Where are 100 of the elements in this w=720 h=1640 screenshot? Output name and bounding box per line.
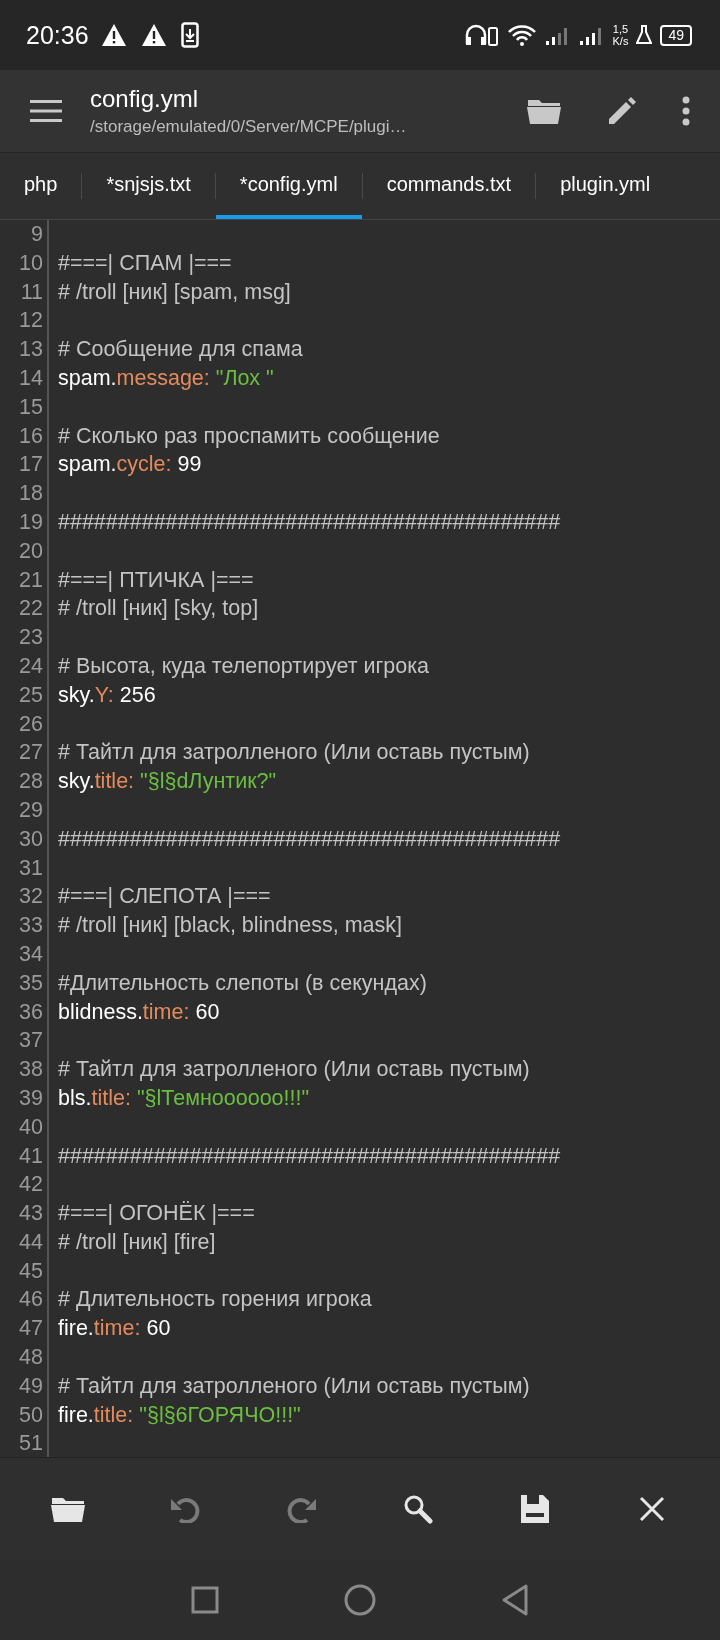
search-icon[interactable] xyxy=(403,1494,434,1524)
line-number: 40 xyxy=(0,1112,49,1142)
line-number: 26 xyxy=(0,709,49,739)
file-tab[interactable]: plugin.yml xyxy=(536,153,675,219)
phone-download-icon xyxy=(180,22,199,48)
menu-icon[interactable] xyxy=(30,99,62,123)
yaml-key: sky. xyxy=(58,680,95,710)
line-number: 31 xyxy=(0,853,49,883)
yaml-string: "§lТемноооооо!!!" xyxy=(136,1084,310,1112)
code-comment: #Длительность слепоты (в секундах) xyxy=(58,969,427,997)
file-tab[interactable]: php xyxy=(0,153,82,219)
line-number: 24 xyxy=(0,651,49,681)
line-number: 14 xyxy=(0,364,49,393)
line-number: 46 xyxy=(0,1285,49,1315)
line-number: 28 xyxy=(0,767,49,796)
code-comment: # Высота, куда телепортирует игрока xyxy=(58,652,430,680)
yaml-field: time: xyxy=(93,1314,141,1344)
line-number: 19 xyxy=(0,507,49,537)
save-icon[interactable] xyxy=(519,1494,550,1524)
yaml-field: title: xyxy=(94,767,135,796)
file-title: config.yml xyxy=(90,85,200,113)
yaml-string: "§l§dЛунтик?" xyxy=(140,768,277,796)
line-number: 42 xyxy=(0,1170,49,1200)
line-number: 15 xyxy=(0,392,49,422)
line-number: 44 xyxy=(0,1227,49,1257)
code-comment: #===| ОГОНЁК |=== xyxy=(58,1200,255,1228)
yaml-number: 99 xyxy=(177,451,202,479)
line-number: 21 xyxy=(0,565,49,595)
line-number: 22 xyxy=(0,594,49,624)
line-number: 47 xyxy=(0,1314,49,1344)
yaml-field: title: xyxy=(91,1083,131,1113)
line-number: 36 xyxy=(0,997,49,1027)
line-number: 13 xyxy=(0,335,49,364)
code-comment: # /troll [ник] [spam, msg] xyxy=(58,278,291,306)
flask-icon xyxy=(636,25,653,45)
yaml-key: sky. xyxy=(58,767,95,796)
warning-icon xyxy=(140,23,167,47)
yaml-string: "§l§6ГОРЯЧО!!!" xyxy=(139,1401,301,1429)
clock: 20:36 xyxy=(26,20,89,50)
yaml-field: Y: xyxy=(94,680,114,710)
speed-unit: K/s xyxy=(612,35,629,47)
code-comment: #===| СПАМ |=== xyxy=(58,249,232,277)
line-number: 30 xyxy=(0,824,49,854)
line-number: 35 xyxy=(0,968,49,998)
close-icon[interactable] xyxy=(638,1496,665,1522)
code-comment: #===| СЛЕПОТА |=== xyxy=(58,883,271,911)
file-tab[interactable]: commands.txt xyxy=(362,153,536,219)
yaml-field: message: xyxy=(116,364,210,393)
code-comment: # /troll [ник] [fire] xyxy=(58,1228,216,1256)
line-number: 27 xyxy=(0,738,49,768)
code-comment: #===| ПТИЧКА |=== xyxy=(58,566,254,594)
line-number: 9 xyxy=(0,220,49,249)
line-number: 23 xyxy=(0,623,49,652)
line-number: 32 xyxy=(0,882,49,912)
line-number: 11 xyxy=(0,277,49,307)
line-number: 16 xyxy=(0,421,49,451)
code-comment: # Тайтл для затролленого (Или оставь пустым) xyxy=(58,739,530,767)
edit-icon[interactable] xyxy=(606,95,638,127)
code-comment: # Сообщение для спама xyxy=(58,336,303,364)
home-icon[interactable] xyxy=(344,1584,376,1616)
battery-icon: 49 xyxy=(660,24,692,46)
code-comment: ########################################## xyxy=(58,508,561,536)
line-number: 49 xyxy=(0,1371,49,1401)
line-number: 25 xyxy=(0,680,49,710)
code-comment: # Сколько раз проспамить сообщение xyxy=(58,422,440,450)
recents-icon[interactable] xyxy=(191,1586,219,1614)
yaml-field: cycle: xyxy=(116,450,172,480)
line-number: 34 xyxy=(0,939,49,969)
line-number: 43 xyxy=(0,1199,49,1228)
yaml-field: title: xyxy=(93,1400,134,1430)
code-comment: # Тайтл для затролленого (Или оставь пустым) xyxy=(58,1056,530,1084)
code-comment: # Тайтл для затролленого (Или оставь пустым) xyxy=(58,1372,530,1400)
file-tab[interactable]: *snjsjs.txt xyxy=(82,153,215,219)
yaml-number: 256 xyxy=(119,681,156,709)
line-number: 45 xyxy=(0,1256,49,1286)
yaml-number: 60 xyxy=(146,1315,171,1343)
yaml-key: fire. xyxy=(58,1400,94,1430)
yaml-key: blidness. xyxy=(58,997,143,1027)
line-number: 17 xyxy=(0,450,49,480)
code-comment: ########################################## xyxy=(58,1142,561,1170)
yaml-string: "Лох " xyxy=(215,365,274,392)
headphones-icon xyxy=(464,24,499,46)
yaml-key: spam. xyxy=(58,364,117,393)
line-number: 50 xyxy=(0,1400,49,1430)
back-icon[interactable] xyxy=(501,1584,529,1616)
file-path: /storage/emulated/0/Server/MCPE/plugi… xyxy=(90,117,408,137)
code-comment: # /troll [ник] [sky, top] xyxy=(58,595,259,623)
warning-icon xyxy=(100,23,127,47)
yaml-key: fire. xyxy=(58,1314,94,1344)
line-number: 10 xyxy=(0,248,49,278)
line-number: 29 xyxy=(0,795,49,825)
line-number: 18 xyxy=(0,479,49,508)
wifi-icon xyxy=(506,24,537,46)
more-icon[interactable] xyxy=(682,96,690,126)
line-number: 12 xyxy=(0,306,49,336)
line-number: 48 xyxy=(0,1343,49,1372)
yaml-number: 60 xyxy=(195,998,220,1026)
line-number: 20 xyxy=(0,536,49,566)
line-number: 38 xyxy=(0,1055,49,1084)
yaml-key: bls. xyxy=(58,1083,92,1113)
